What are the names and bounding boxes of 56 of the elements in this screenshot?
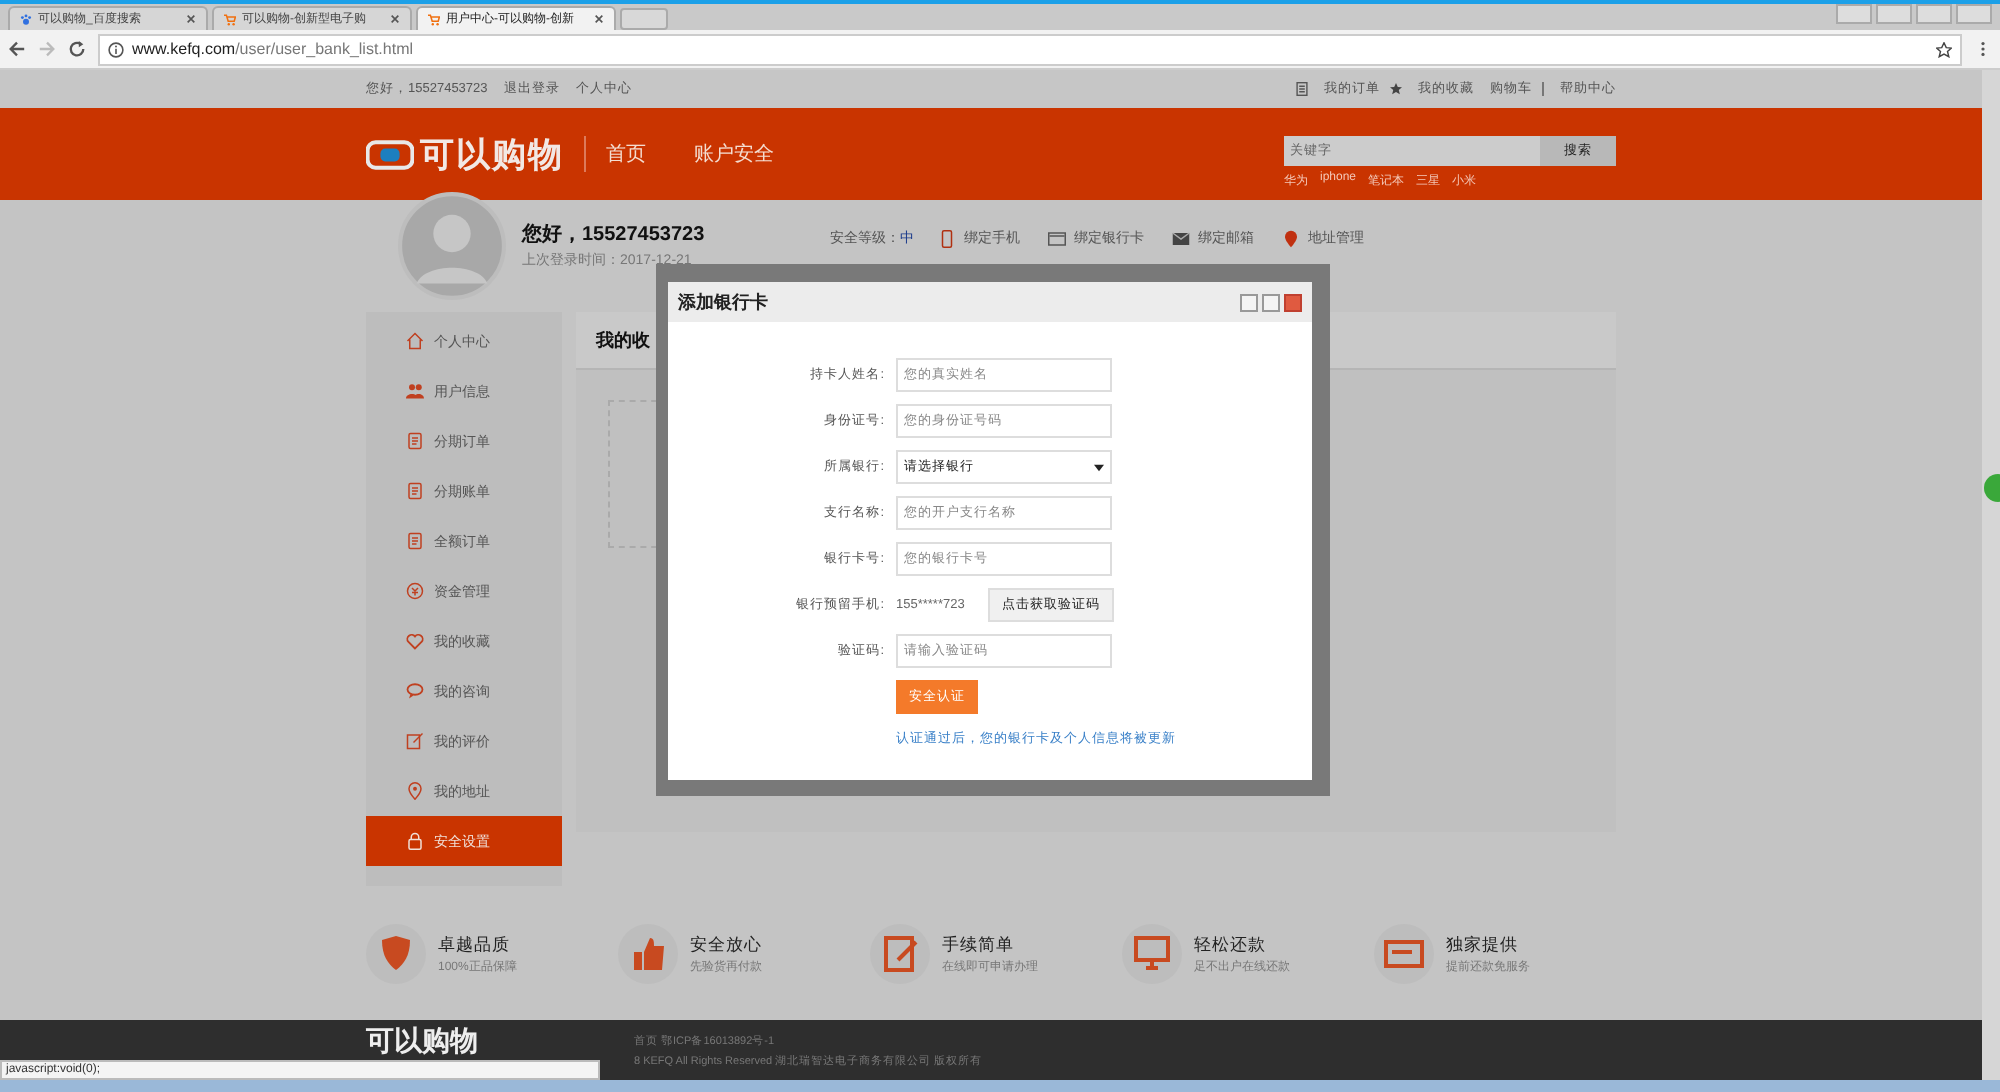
edit-icon bbox=[406, 732, 424, 750]
feature-title: 轻松还款 bbox=[1194, 933, 1268, 957]
info-icon bbox=[108, 41, 124, 57]
mail-icon bbox=[1172, 229, 1190, 247]
list-icon bbox=[406, 432, 424, 450]
form-icon bbox=[870, 924, 930, 984]
home-icon bbox=[406, 332, 424, 350]
minimize-button[interactable] bbox=[1876, 4, 1912, 24]
close-icon[interactable] bbox=[186, 14, 196, 24]
reload-icon[interactable] bbox=[68, 40, 86, 58]
restore-button[interactable] bbox=[1916, 4, 1952, 24]
scrollbar[interactable] bbox=[1982, 70, 2000, 1080]
logo-icon bbox=[366, 139, 414, 169]
thumbs-up-icon bbox=[618, 924, 678, 984]
avatar-icon bbox=[398, 192, 506, 300]
feature-title: 手续简单 bbox=[942, 933, 1016, 957]
section-title: 我的收 bbox=[596, 327, 650, 353]
close-icon[interactable] bbox=[594, 14, 604, 24]
feature-title: 独家提供 bbox=[1446, 933, 1520, 957]
logo-text: 可以购物 bbox=[420, 133, 564, 177]
address-bar[interactable]: www.kefq.com/user/user_bank_list.html bbox=[98, 33, 1962, 65]
location-pin-icon bbox=[1282, 229, 1300, 247]
heart-icon bbox=[406, 632, 424, 650]
card-icon bbox=[1048, 229, 1066, 247]
close-icon[interactable] bbox=[390, 14, 400, 24]
paw-icon bbox=[20, 13, 32, 25]
lock-icon bbox=[406, 832, 424, 850]
back-icon[interactable] bbox=[8, 40, 26, 58]
new-tab-button[interactable] bbox=[620, 8, 668, 30]
monitor-icon bbox=[1122, 924, 1182, 984]
nav-link[interactable]: 首页 bbox=[606, 140, 646, 168]
bookmark-star-icon[interactable] bbox=[1936, 41, 1952, 57]
users-icon bbox=[406, 382, 424, 400]
shield-icon bbox=[366, 924, 426, 984]
cart-icon bbox=[224, 13, 236, 25]
footer-logo: 可以购物 bbox=[366, 1026, 478, 1060]
user-greeting: 您好，15527453723 bbox=[522, 221, 705, 247]
phone-icon bbox=[938, 229, 956, 247]
card-icon bbox=[1374, 924, 1434, 984]
close-button[interactable] bbox=[1284, 293, 1302, 311]
dropdown-caret-icon bbox=[1094, 463, 1104, 471]
bill-icon bbox=[406, 482, 424, 500]
coin-icon bbox=[406, 582, 424, 600]
document-icon bbox=[1296, 82, 1308, 96]
maximize-button[interactable] bbox=[1262, 293, 1280, 311]
forward-icon[interactable] bbox=[38, 40, 56, 58]
feature-title: 安全放心 bbox=[690, 933, 762, 957]
star-icon bbox=[1390, 82, 1402, 96]
nav-link[interactable]: 账户安全 bbox=[694, 140, 774, 168]
feature-title: 卓越品质 bbox=[438, 933, 512, 957]
location-pin-icon bbox=[406, 782, 424, 800]
cart-icon bbox=[428, 13, 440, 25]
minimize-button[interactable] bbox=[1240, 293, 1258, 311]
document-icon bbox=[406, 532, 424, 550]
chat-icon bbox=[406, 682, 424, 700]
dialog-title: 添加银行卡 bbox=[678, 289, 768, 315]
